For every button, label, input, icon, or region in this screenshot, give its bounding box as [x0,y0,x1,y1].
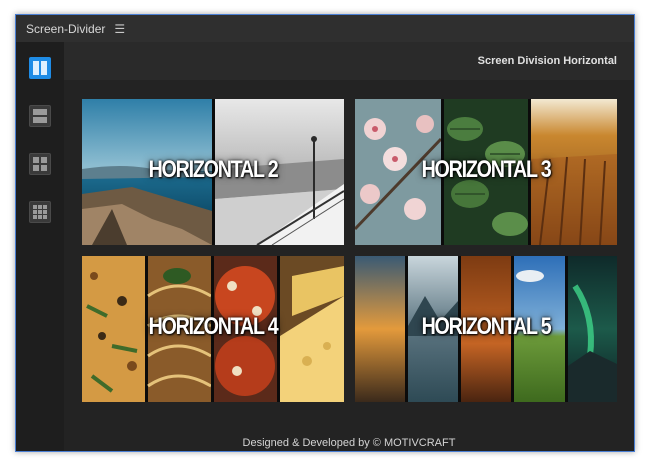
tile-horizontal-3[interactable]: HORIZONTAL 3 [355,99,617,245]
grid-3x3-button[interactable] [29,201,51,223]
content-header: Screen Division Horizontal [64,42,634,80]
horizontal-2-split-icon [33,109,47,123]
grid-2x2-icon [33,157,47,171]
tile-horizontal-5[interactable]: HORIZONTAL 5 [355,256,617,402]
tile-horizontal-3-label: HORIZONTAL 3 [421,156,552,183]
vertical-2-split-button[interactable] [29,57,51,79]
hamburger-icon[interactable]: ☰ [114,22,125,36]
tile-horizontal-2[interactable]: HORIZONTAL 2 [82,99,344,245]
tile-horizontal-4[interactable]: HORIZONTAL 4 [82,256,344,402]
grid-3x3-icon [33,205,47,219]
app-window: Screen-Divider ☰ Screen Division Horizon… [15,14,635,452]
footer-credit: Designed & Developed by © MOTIVCRAFT [242,437,456,449]
tile-horizontal-4-label: HORIZONTAL 4 [148,313,279,340]
main-content: Screen Division Horizontal HORIZONTAL 2 … [64,42,634,451]
grid-2x2-button[interactable] [29,153,51,175]
vertical-2-split-icon [33,61,47,75]
horizontal-2-split-button[interactable] [29,105,51,127]
page-title: Screen Division Horizontal [477,55,617,67]
title-bar: Screen-Divider ☰ [16,15,634,42]
app-title: Screen-Divider [26,21,106,36]
tile-horizontal-5-label: HORIZONTAL 5 [421,313,552,340]
sidebar [16,42,64,451]
tile-horizontal-2-label: HORIZONTAL 2 [148,156,279,183]
